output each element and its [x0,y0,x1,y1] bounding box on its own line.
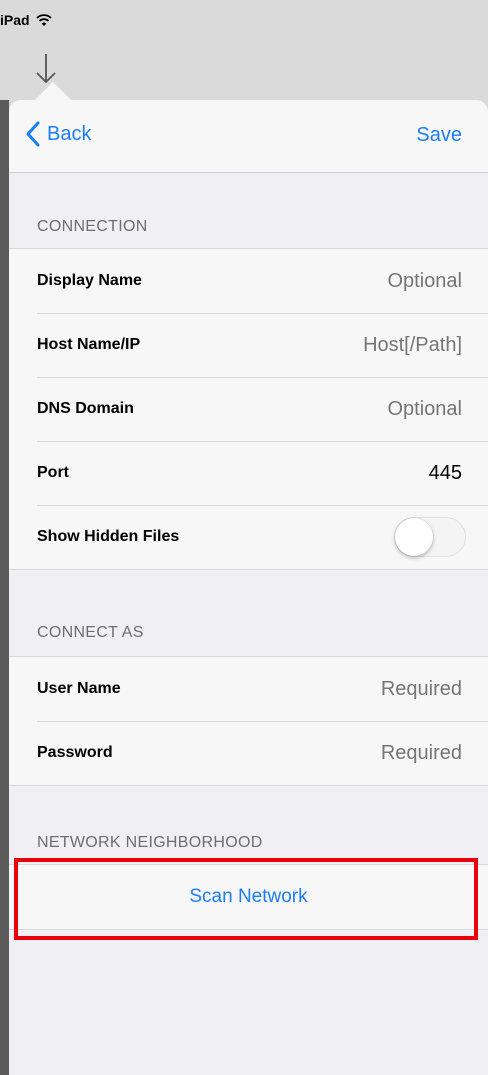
back-label: Back [47,122,92,145]
arrow-down-icon [36,54,56,84]
wifi-icon [35,14,52,26]
user-name-label: User Name [37,680,121,697]
dns-domain-label: DNS Domain [37,400,134,417]
display-name-input[interactable] [280,268,464,294]
screen: iPad Back Save CONNECTION Display Name O… [0,0,488,1075]
row-dns-domain[interactable]: DNS Domain [9,377,488,441]
row-password[interactable]: Password [9,721,488,785]
show-hidden-files-label: Show Hidden Files [37,528,180,545]
row-port[interactable]: Port [9,441,488,505]
connection-settings-popover: Back Save CONNECTION Display Name Host N… [9,100,488,1075]
port-label: Port [37,464,69,481]
section-header-network-neighborhood: NETWORK NEIGHBORHOOD [37,834,263,851]
password-input[interactable] [280,740,464,766]
status-bar: iPad [0,0,488,40]
row-show-hidden-files: Show Hidden Files [9,505,488,569]
toggle-knob [395,518,433,556]
device-label: iPad [0,12,30,28]
background-edge [0,100,9,1075]
row-host-name[interactable]: Host Name/IP [9,313,488,377]
connect-as-group: User Name Password [9,656,488,786]
host-name-label: Host Name/IP [37,336,141,353]
chevron-left-icon [26,121,40,147]
password-label: Password [37,744,113,761]
section-header-connection: CONNECTION [37,218,148,235]
back-button[interactable]: Back [25,121,91,147]
user-name-input[interactable] [280,676,464,702]
display-name-label: Display Name [37,272,142,289]
row-user-name[interactable]: User Name [9,657,488,721]
popover-arrow [33,82,73,102]
scan-network-button[interactable]: Scan Network [9,865,488,929]
host-name-input[interactable] [280,332,464,358]
show-hidden-files-toggle[interactable] [394,517,466,557]
dns-domain-input[interactable] [280,396,464,422]
network-group: Scan Network [9,864,488,930]
save-button[interactable]: Save [416,124,462,147]
section-header-connect-as: CONNECT AS [37,624,144,641]
connection-group: Display Name Host Name/IP DNS Domain Por… [9,248,488,570]
port-input[interactable] [280,460,464,486]
row-display-name[interactable]: Display Name [9,249,488,313]
nav-bar: Back Save [9,100,488,173]
